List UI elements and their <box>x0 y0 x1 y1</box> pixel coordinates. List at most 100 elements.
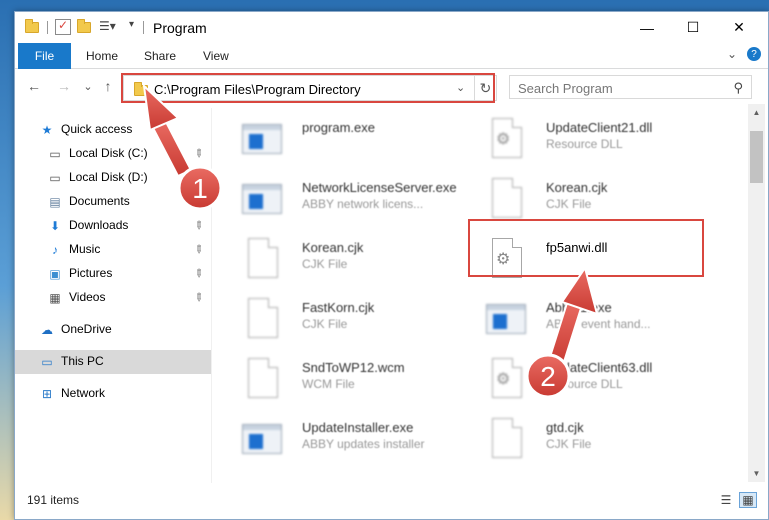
scroll-up-icon[interactable]: ▲ <box>748 104 765 121</box>
pin-icon[interactable]: ✎ <box>191 290 207 305</box>
tab-home[interactable]: Home <box>86 43 118 69</box>
file-item[interactable]: program.exe <box>218 108 462 166</box>
file-name: fp5anwi.dll <box>546 240 608 255</box>
pin-icon[interactable]: ✎ <box>191 242 207 257</box>
customize-toolbar-icon[interactable]: ☰▾ <box>99 19 116 35</box>
address-path[interactable]: C:\Program Files\Program Directory <box>154 82 361 97</box>
sidebar-item[interactable]: ☁ OneDrive <box>15 318 211 342</box>
star-icon: ★ <box>41 123 53 137</box>
file-item[interactable]: NetworkLicenseServer.exe ABBY network lic… <box>218 168 462 226</box>
sidebar-item-label: This PC <box>61 354 104 368</box>
application-icon <box>242 178 282 220</box>
window-title: Program <box>153 20 207 36</box>
details-view-icon[interactable]: ☰ <box>717 492 735 508</box>
file-view: program.exe ⚙ UpdateClient21.dll Resource D… <box>212 104 748 482</box>
file-item[interactable]: SndToWP12.wcm WCM File <box>218 348 462 406</box>
file-description: Resource DLL <box>546 377 623 391</box>
tab-file[interactable]: File <box>18 43 71 69</box>
file-icon <box>242 238 282 280</box>
application-icon <box>486 298 526 340</box>
ribbon-tabs: File Home Share View ⌄ ? <box>15 43 768 69</box>
sidebar-item[interactable]: ⊞ Network <box>15 382 211 406</box>
sidebar-item-label: Downloads <box>69 218 129 232</box>
sidebar-item-label: Documents <box>69 194 130 208</box>
help-icon[interactable]: ? <box>747 47 761 61</box>
pin-icon[interactable]: ✎ <box>191 170 207 185</box>
scroll-down-icon[interactable]: ▼ <box>748 465 765 482</box>
recent-locations-button[interactable]: ⌄ <box>77 76 99 96</box>
vertical-scrollbar[interactable]: ▲ ▼ <box>748 104 765 482</box>
file-name: Korean.cjk <box>302 240 364 255</box>
sidebar-item[interactable]: ▭ This PC <box>15 350 211 374</box>
refresh-button[interactable]: ↻ <box>474 76 496 100</box>
scroll-thumb[interactable] <box>750 131 763 183</box>
file-item[interactable]: Korean.cjk CJK File <box>462 168 706 226</box>
file-item[interactable]: gtd.cjk CJK File <box>462 408 706 466</box>
drive-icon: ▭ <box>49 147 61 161</box>
file-description: ABBY event hand... <box>546 317 651 331</box>
dll-file-icon: ⚙ <box>486 238 526 280</box>
documents-icon: ▤ <box>49 195 61 209</box>
application-icon <box>242 418 282 460</box>
sidebar-item-label: Local Disk (C:) <box>69 146 148 160</box>
file-item[interactable]: ⚙ fp5anwi.dll <box>462 228 706 286</box>
downloads-icon: ⬇ <box>49 219 61 233</box>
search-input[interactable]: Search Program <box>518 81 613 96</box>
file-description: ABBY network licens... <box>302 197 424 211</box>
search-box[interactable]: Search Program ⚲ <box>509 75 752 99</box>
search-icon[interactable]: ⚲ <box>733 80 743 96</box>
sidebar-item[interactable]: ♪ Music ✎ <box>15 238 211 262</box>
status-bar: 191 items ☰ ▦ <box>15 490 768 514</box>
music-icon: ♪ <box>52 243 58 257</box>
file-item[interactable]: UpdateInstaller.exe ABBY updates installe… <box>218 408 462 466</box>
pictures-icon: ▣ <box>49 267 61 281</box>
maximize-button[interactable]: ☐ <box>670 12 716 43</box>
sidebar-item[interactable]: ▣ Pictures ✎ <box>15 262 211 286</box>
file-item[interactable]: Abb...1.exe ABBY event hand... <box>462 288 706 346</box>
pin-icon[interactable]: ✎ <box>191 194 207 209</box>
file-name: UpdateClient21.dll <box>546 120 653 135</box>
address-bar[interactable]: C:\Program Files\Program Directory ⌄ ↻ <box>123 75 497 101</box>
tab-view[interactable]: View <box>203 43 229 69</box>
pin-icon[interactable]: ✎ <box>191 266 207 281</box>
sidebar-item[interactable]: ⬇ Downloads ✎ <box>15 214 211 238</box>
file-item[interactable]: Korean.cjk CJK File <box>218 228 462 286</box>
sidebar-item[interactable]: ▤ Documents ✎ <box>15 190 211 214</box>
sidebar-item-label: Pictures <box>69 266 113 280</box>
sidebar-item[interactable]: ▭ Local Disk (D:) ✎ <box>15 166 211 190</box>
file-name: Abb...1.exe <box>546 300 612 315</box>
close-button[interactable]: ✕ <box>716 12 762 43</box>
file-description: CJK File <box>302 317 348 331</box>
file-icon <box>486 418 526 460</box>
file-item[interactable]: FastKorn.cjk CJK File <box>218 288 462 346</box>
sidebar-item-label: Local Disk (D:) <box>69 170 148 184</box>
back-button[interactable]: ← <box>23 76 45 96</box>
file-icon <box>242 358 282 400</box>
application-icon <box>242 118 282 160</box>
toolbar-divider <box>143 21 144 34</box>
pin-icon[interactable]: ✎ <box>191 146 207 161</box>
expand-ribbon-icon[interactable]: ⌄ <box>727 47 737 61</box>
sidebar-item[interactable]: ▭ Local Disk (C:) ✎ <box>15 142 211 166</box>
folder-icon <box>134 82 150 98</box>
sidebar-item[interactable]: ★ Quick access <box>15 118 211 142</box>
dll-file-icon: ⚙ <box>486 358 526 400</box>
sidebar-item[interactable]: ▦ Videos ✎ <box>15 286 211 310</box>
up-button[interactable]: ↑ <box>97 76 119 96</box>
sidebar-item-label: Videos <box>69 290 106 304</box>
file-description: CJK File <box>546 197 592 211</box>
videos-icon: ▦ <box>49 291 61 305</box>
tab-share[interactable]: Share <box>144 43 176 69</box>
properties-icon[interactable]: ✓ <box>55 18 71 35</box>
pin-icon[interactable]: ✎ <box>191 218 207 233</box>
address-dropdown-icon[interactable]: ⌄ <box>456 81 465 94</box>
new-folder-icon[interactable] <box>77 19 93 35</box>
file-name: program.exe <box>302 120 375 135</box>
forward-button[interactable]: → <box>53 76 75 96</box>
file-item[interactable]: ⚙ UpdateClient63.dll Resource DLL <box>462 348 706 406</box>
toolbar-divider <box>47 21 48 34</box>
large-icons-view-icon[interactable]: ▦ <box>739 492 757 508</box>
file-name: SndToWP12.wcm <box>302 360 405 375</box>
file-item[interactable]: ⚙ UpdateClient21.dll Resource DLL <box>462 108 706 166</box>
minimize-button[interactable]: — <box>624 12 670 43</box>
